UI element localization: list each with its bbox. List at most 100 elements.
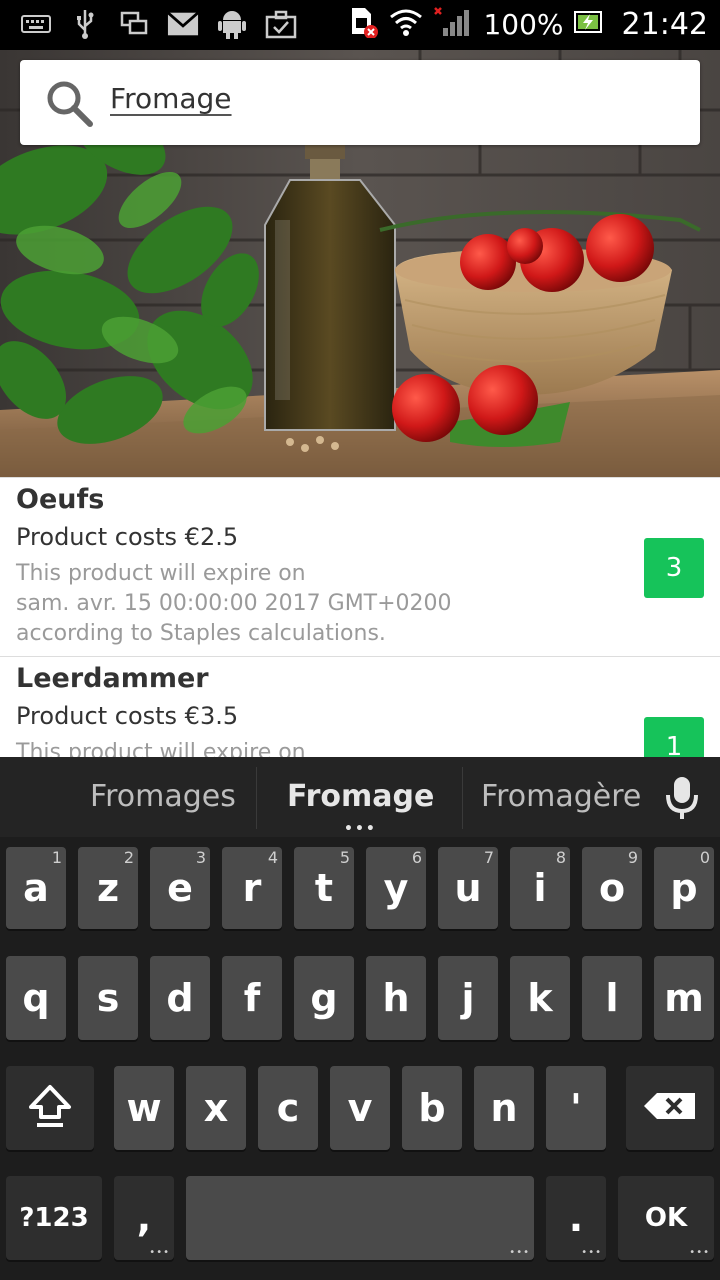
symbols-key[interactable]: ?123 — [6, 1176, 102, 1260]
key-e[interactable]: e3 — [150, 847, 210, 929]
symbols-key-label: ?123 — [19, 1203, 89, 1233]
space-key[interactable]: ••• — [186, 1176, 534, 1260]
battery-icon — [573, 11, 604, 37]
expiry-line: according to Staples calculations. — [16, 621, 386, 646]
key-x[interactable]: x — [186, 1066, 246, 1150]
key-m[interactable]: m — [654, 956, 714, 1040]
ok-key[interactable]: OK ••• — [618, 1176, 714, 1260]
key-e-label: e — [167, 866, 193, 910]
divider — [256, 767, 257, 829]
key-b[interactable]: b — [402, 1066, 462, 1150]
suggestion-right[interactable]: Fromagère — [481, 779, 641, 814]
key-apostrophe-label: ' — [570, 1086, 582, 1130]
suggestion-left[interactable]: Fromages — [90, 779, 236, 814]
clock: 21:42 — [621, 6, 708, 42]
key-t[interactable]: t5 — [294, 847, 354, 929]
key-h-label: h — [382, 976, 410, 1020]
backspace-key[interactable] — [626, 1066, 714, 1150]
key-d-label: d — [166, 976, 194, 1020]
key-b-label: b — [418, 1086, 446, 1130]
more-suggestions-dots: ••• — [344, 821, 377, 837]
key-s[interactable]: s — [78, 956, 138, 1040]
key-g[interactable]: g — [294, 956, 354, 1040]
shift-key[interactable] — [6, 1066, 94, 1150]
product-cost: Product costs €2.5 — [16, 523, 239, 551]
key-q-label: q — [22, 976, 50, 1020]
suggestion-center[interactable]: Fromage — [287, 779, 434, 814]
period-key[interactable]: . ••• — [546, 1176, 606, 1260]
key-y[interactable]: y6 — [366, 847, 426, 929]
list-item[interactable]: Oeufs Product costs €2.5 This product wi… — [0, 477, 720, 657]
key-k[interactable]: k — [510, 956, 570, 1040]
key-w-label: w — [126, 1086, 162, 1130]
key-i[interactable]: i8 — [510, 847, 570, 929]
key-a-number: 1 — [51, 848, 62, 867]
quantity-badge[interactable]: 3 — [644, 538, 704, 598]
key-f[interactable]: f — [222, 956, 282, 1040]
product-list: Oeufs Product costs €2.5 This product wi… — [0, 477, 720, 757]
key-u[interactable]: u7 — [438, 847, 498, 929]
key-y-number: 6 — [411, 848, 422, 867]
key-o[interactable]: o9 — [582, 847, 642, 929]
key-t-number: 5 — [339, 848, 350, 867]
quantity-badge[interactable]: 1 — [644, 717, 704, 757]
comma-key[interactable]: , ••• — [114, 1176, 174, 1260]
ok-key-label: OK — [644, 1203, 688, 1233]
key-k-label: k — [527, 976, 553, 1020]
key-h[interactable]: h — [366, 956, 426, 1040]
key-a-label: a — [23, 866, 49, 910]
key-v-label: v — [347, 1086, 373, 1130]
key-z[interactable]: z2 — [78, 847, 138, 929]
status-bar: 100% 21:42 — [0, 0, 720, 50]
usb-icon — [69, 8, 101, 40]
key-t-label: t — [314, 866, 334, 910]
key-p[interactable]: p0 — [654, 847, 714, 929]
product-name: Leerdammer — [16, 663, 209, 694]
key-v[interactable]: v — [330, 1066, 390, 1150]
key-e-number: 3 — [195, 848, 206, 867]
divider — [462, 767, 463, 829]
key-c-label: c — [276, 1086, 300, 1130]
more-options-dots: ••• — [509, 1247, 530, 1258]
key-l-label: l — [605, 976, 619, 1020]
key-w[interactable]: w — [114, 1066, 174, 1150]
key-g-label: g — [310, 976, 338, 1020]
more-options-dots: ••• — [689, 1247, 710, 1258]
key-q[interactable]: q — [6, 956, 66, 1040]
key-j[interactable]: j — [438, 956, 498, 1040]
product-name: Oeufs — [16, 484, 105, 515]
key-f-label: f — [243, 976, 261, 1020]
microphone-icon[interactable] — [662, 773, 702, 823]
key-i-label: i — [533, 866, 547, 910]
key-s-label: s — [96, 976, 120, 1020]
search-icon[interactable] — [44, 78, 96, 130]
key-n[interactable]: n — [474, 1066, 534, 1150]
period-key-label: . — [568, 1196, 584, 1240]
list-item[interactable]: Leerdammer Product costs €3.5 This produ… — [0, 657, 720, 757]
expiry-line: sam. avr. 15 00:00:00 2017 GMT+0200 — [16, 591, 452, 616]
key-j-label: j — [461, 976, 475, 1020]
key-x-label: x — [203, 1086, 229, 1130]
key-c[interactable]: c — [258, 1066, 318, 1150]
product-cost: Product costs €3.5 — [16, 702, 239, 730]
key-r[interactable]: r4 — [222, 847, 282, 929]
key-r-number: 4 — [267, 848, 278, 867]
product-expiry: This product will expire on — [16, 738, 576, 757]
key-z-number: 2 — [123, 848, 134, 867]
key-n-label: n — [490, 1086, 518, 1130]
key-y-label: y — [383, 866, 409, 910]
search-box[interactable]: Fromage — [20, 60, 700, 145]
key-l[interactable]: l — [582, 956, 642, 1040]
backspace-icon — [643, 1092, 697, 1124]
screen-mirror-icon — [118, 8, 150, 40]
product-expiry: This product will expire on sam. avr. 15… — [16, 559, 576, 649]
key-d[interactable]: d — [150, 956, 210, 1040]
search-input[interactable]: Fromage — [110, 82, 232, 115]
key-u-number: 7 — [483, 848, 494, 867]
key-z-label: z — [96, 866, 120, 910]
key-r-label: r — [242, 866, 262, 910]
key-apostrophe[interactable]: ' — [546, 1066, 606, 1150]
key-a[interactable]: a1 — [6, 847, 66, 929]
key-o-label: o — [598, 866, 626, 910]
wifi-icon — [389, 7, 423, 41]
